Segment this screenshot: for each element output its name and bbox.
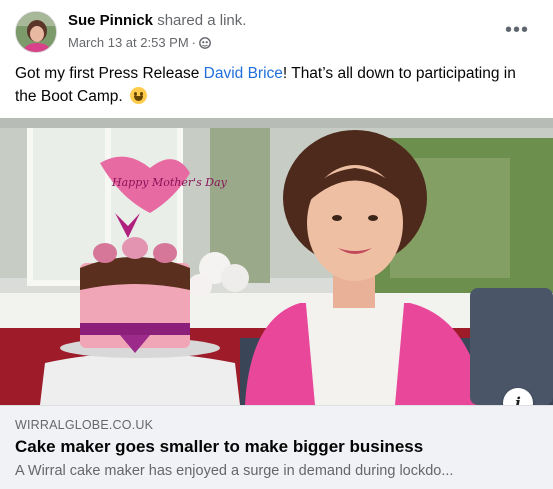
author-line: Sue Pinnick shared a link.	[68, 12, 246, 29]
post-text-before: Got my first Press Release	[15, 65, 204, 82]
globe-icon[interactable]	[199, 36, 211, 49]
link-domain: WIRRALGLOBE.CO.UK	[15, 418, 154, 432]
author-name[interactable]: Sue Pinnick	[68, 12, 153, 29]
link-preview-footer[interactable]: WIRRALGLOBE.CO.UK Cake maker goes smalle…	[0, 405, 553, 489]
more-options-button[interactable]: •••	[499, 16, 535, 44]
post-header: Sue Pinnick shared a link. March 13 at 2…	[0, 0, 553, 60]
cake-maker-photo: Happy Mother's Day	[0, 118, 553, 405]
post-timestamp[interactable]: March 13 at 2:53 PM	[68, 35, 189, 50]
link-description: A Wirral cake maker has enjoyed a surge …	[15, 463, 454, 479]
grinning-face-emoji	[130, 87, 148, 104]
link-title[interactable]: Cake maker goes smaller to make bigger b…	[15, 437, 423, 457]
facebook-post: Sue Pinnick shared a link. March 13 at 2…	[0, 0, 553, 489]
meta-separator: ·	[191, 35, 197, 50]
author-action: shared a link.	[157, 12, 247, 29]
post-message: Got my first Press Release David Brice! …	[15, 62, 540, 108]
avatar-image	[16, 12, 56, 52]
mention-link[interactable]: David Brice	[204, 65, 283, 82]
more-horizontal-icon: •••	[504, 18, 529, 41]
link-preview-image[interactable]: Happy Mother's Day	[0, 118, 553, 405]
author-avatar[interactable]	[15, 11, 57, 53]
cake-topper-text: Happy Mother's Day	[111, 176, 228, 189]
post-meta: March 13 at 2:53 PM ·	[68, 35, 211, 50]
